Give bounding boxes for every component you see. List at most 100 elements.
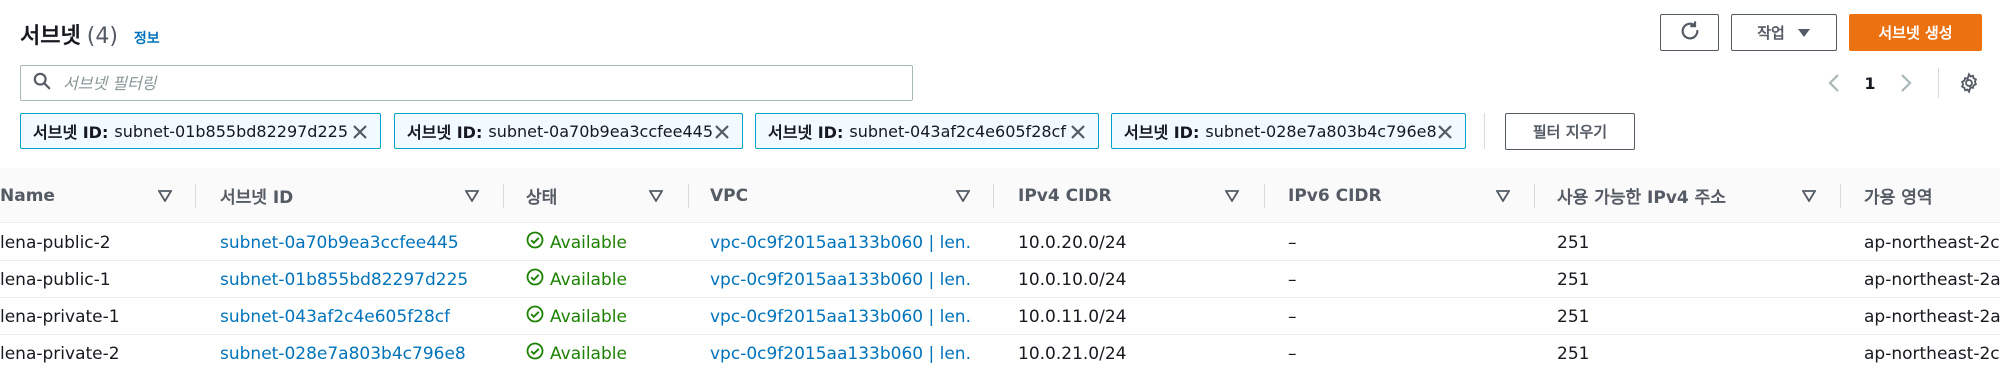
divider bbox=[1484, 113, 1485, 149]
column-divider bbox=[1840, 184, 1841, 208]
filter-token-value: subnet-028e7a803b4c796e8 bbox=[1205, 121, 1437, 141]
status-text: Available bbox=[550, 232, 627, 253]
filter-token: 서브넷 ID: subnet-0a70b9ea3ccfee445 bbox=[394, 113, 743, 149]
sort-icon[interactable] bbox=[1801, 187, 1817, 207]
column-header-name[interactable]: Name bbox=[0, 168, 55, 223]
search-icon bbox=[33, 72, 51, 95]
actions-button[interactable]: 작업 bbox=[1731, 14, 1837, 51]
page-title: 서브넷 bbox=[20, 24, 81, 49]
settings-gear-icon[interactable] bbox=[1955, 69, 1983, 97]
filter-token-key: 서브넷 ID: bbox=[33, 123, 109, 142]
column-label: IPv6 CIDR bbox=[1288, 185, 1382, 206]
status-text: Available bbox=[550, 306, 627, 327]
next-page-icon[interactable] bbox=[1892, 73, 1920, 93]
cell-subnet-id-link[interactable]: subnet-043af2c4e605f28cf bbox=[220, 298, 450, 335]
refresh-icon bbox=[1679, 20, 1701, 46]
info-link[interactable]: 정보 bbox=[134, 28, 160, 48]
column-label: 상태 bbox=[526, 188, 558, 208]
refresh-button[interactable] bbox=[1660, 14, 1719, 51]
cell-name: lena-public-2 bbox=[0, 232, 111, 253]
search-input[interactable] bbox=[63, 73, 863, 93]
cell-vpc-link[interactable]: vpc-0c9f2015aa133b060 | len... bbox=[710, 224, 972, 261]
status-text: Available bbox=[550, 343, 627, 364]
cell-status: Available bbox=[526, 224, 627, 261]
column-header-vpc[interactable]: VPC bbox=[710, 168, 748, 223]
column-label: VPC bbox=[710, 185, 749, 206]
cell-available-ipv4: 251 bbox=[1557, 232, 1590, 253]
cell-ipv4-cidr: 10.0.20.0/24 bbox=[1018, 232, 1127, 253]
cell-available-ipv4: 251 bbox=[1557, 269, 1590, 290]
cell-vpc-link[interactable]: vpc-0c9f2015aa133b060 | len... bbox=[710, 335, 972, 371]
column-divider bbox=[993, 184, 994, 208]
cell-vpc-link[interactable]: vpc-0c9f2015aa133b060 | len... bbox=[710, 298, 972, 335]
sort-icon[interactable] bbox=[1224, 187, 1240, 207]
caret-down-icon bbox=[1797, 24, 1811, 42]
cell-name: lena-public-1 bbox=[0, 269, 111, 290]
status-text: Available bbox=[550, 269, 627, 290]
filter-token: 서브넷 ID: subnet-01b855bd82297d225 bbox=[20, 113, 381, 149]
cell-ipv6-cidr: – bbox=[1288, 269, 1297, 290]
table-row[interactable]: lena-public-2 subnet-0a70b9ea3ccfee445 A… bbox=[0, 224, 2000, 261]
prev-page-icon[interactable] bbox=[1820, 73, 1848, 93]
filter-token-key: 서브넷 ID: bbox=[768, 123, 844, 142]
check-circle-icon bbox=[526, 231, 544, 254]
column-divider bbox=[503, 184, 504, 208]
close-icon[interactable] bbox=[712, 122, 732, 142]
cell-ipv4-cidr: 10.0.21.0/24 bbox=[1018, 343, 1127, 364]
sort-icon[interactable] bbox=[464, 187, 480, 207]
column-label: Name bbox=[0, 185, 55, 206]
cell-subnet-id-link[interactable]: subnet-01b855bd82297d225 bbox=[220, 261, 468, 298]
cell-available-ipv4: 251 bbox=[1557, 306, 1590, 327]
filter-token-key: 서브넷 ID: bbox=[407, 123, 483, 142]
column-header-available-ipv4[interactable]: 사용 가능한 IPv4 주소 bbox=[1557, 168, 1726, 223]
create-subnet-button[interactable]: 서브넷 생성 bbox=[1849, 14, 1982, 51]
column-header-ipv6-cidr[interactable]: IPv6 CIDR bbox=[1288, 168, 1382, 223]
column-divider bbox=[195, 184, 196, 208]
sort-icon[interactable] bbox=[1495, 187, 1511, 207]
sort-icon[interactable] bbox=[157, 187, 173, 207]
close-icon[interactable] bbox=[1068, 122, 1088, 142]
close-icon[interactable] bbox=[1435, 122, 1455, 142]
check-circle-icon bbox=[526, 342, 544, 365]
column-label: 서브넷 ID bbox=[220, 188, 294, 208]
cell-vpc-link[interactable]: vpc-0c9f2015aa133b060 | len... bbox=[710, 261, 972, 298]
actions-label: 작업 bbox=[1757, 24, 1785, 42]
filter-token-key: 서브넷 ID: bbox=[1124, 123, 1200, 142]
cell-subnet-id-link[interactable]: subnet-028e7a803b4c796e8 bbox=[220, 335, 466, 371]
sort-icon[interactable] bbox=[648, 187, 664, 207]
column-divider bbox=[688, 184, 689, 208]
table-row[interactable]: lena-private-1 subnet-043af2c4e605f28cf … bbox=[0, 298, 2000, 335]
cell-availability-zone: ap-northeast-2a bbox=[1864, 306, 2000, 327]
table-row[interactable]: lena-public-1 subnet-01b855bd82297d225 A… bbox=[0, 261, 2000, 298]
filter-token-value: subnet-0a70b9ea3ccfee445 bbox=[488, 121, 713, 141]
cell-availability-zone: ap-northeast-2c bbox=[1864, 232, 2000, 253]
column-header-subnet-id[interactable]: 서브넷 ID bbox=[220, 168, 293, 223]
cell-availability-zone: ap-northeast-2a bbox=[1864, 269, 2000, 290]
cell-status: Available bbox=[526, 298, 627, 335]
search-box[interactable] bbox=[20, 65, 913, 101]
subnet-count: (4) bbox=[86, 24, 118, 49]
divider bbox=[1938, 68, 1939, 98]
column-header-ipv4-cidr[interactable]: IPv4 CIDR bbox=[1018, 168, 1112, 223]
filter-token-value: subnet-043af2c4e605f28cf bbox=[849, 121, 1066, 141]
check-circle-icon bbox=[526, 305, 544, 328]
table-row[interactable]: lena-private-2 subnet-028e7a803b4c796e8 … bbox=[0, 335, 2000, 371]
column-header-availability-zone[interactable]: 가용 영역 bbox=[1864, 168, 1932, 223]
cell-name: lena-private-1 bbox=[0, 306, 120, 327]
filter-token: 서브넷 ID: subnet-028e7a803b4c796e8 bbox=[1111, 113, 1466, 149]
filter-token-value: subnet-01b855bd82297d225 bbox=[114, 121, 348, 141]
cell-subnet-id-link[interactable]: subnet-0a70b9ea3ccfee445 bbox=[220, 224, 459, 261]
cell-name: lena-private-2 bbox=[0, 343, 120, 364]
pagination: 1 bbox=[1820, 68, 1920, 98]
sort-icon[interactable] bbox=[955, 187, 971, 207]
clear-filters-button[interactable]: 필터 지우기 bbox=[1505, 113, 1635, 150]
close-icon[interactable] bbox=[350, 122, 370, 142]
current-page[interactable]: 1 bbox=[1848, 74, 1892, 93]
cell-ipv6-cidr: – bbox=[1288, 343, 1297, 364]
table-header: Name 서브넷 ID 상태 VPC IPv4 CIDR IPv6 CIDR 사… bbox=[0, 168, 2000, 223]
cell-status: Available bbox=[526, 261, 627, 298]
cell-status: Available bbox=[526, 335, 627, 371]
column-label: IPv4 CIDR bbox=[1018, 185, 1112, 206]
check-circle-icon bbox=[526, 268, 544, 291]
column-header-status[interactable]: 상태 bbox=[526, 168, 557, 223]
